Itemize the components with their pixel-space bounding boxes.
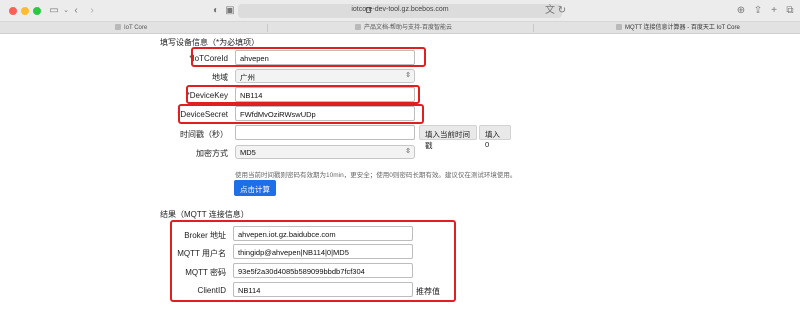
highlight-box-devicesecret xyxy=(178,104,424,124)
translate-icon[interactable]: 文 xyxy=(544,5,556,17)
region-label: 地域 xyxy=(212,73,228,82)
zoom-window-button[interactable] xyxy=(33,7,41,15)
select-arrows-icon: ⇳ xyxy=(405,72,411,79)
tab-label: MQTT 连接信息计算器 - 百度天工 IoT Core xyxy=(625,25,740,31)
tab-mqtt-calculator[interactable]: MQTT 连接信息计算器 - 百度天工 IoT Core xyxy=(616,22,740,34)
highlight-box-iotcoreid xyxy=(191,47,426,67)
select-arrows-icon: ⇳ xyxy=(405,148,411,155)
tab-divider xyxy=(533,24,534,32)
close-window-button[interactable] xyxy=(9,7,17,15)
region-select[interactable]: 广州 ⇳ xyxy=(235,69,415,83)
result-section-title: 结果（MQTT 连接信息） xyxy=(160,210,249,219)
privacy-shield-icon[interactable]: ◐ xyxy=(210,5,222,17)
new-tab-icon[interactable]: + xyxy=(768,5,780,17)
encryption-select[interactable]: MD5 ⇳ xyxy=(235,145,415,159)
tab-product-docs[interactable]: 产品文档-帮助与支持-百度智能云 xyxy=(355,22,452,34)
share-icon[interactable]: ⇪ xyxy=(752,5,764,17)
sidebar-icon[interactable]: ▭ xyxy=(48,5,60,17)
tab-strip: IoT Core 产品文档-帮助与支持-百度智能云 MQTT 连接信息计算器 -… xyxy=(0,22,800,34)
encryption-selected-value: MD5 xyxy=(240,148,256,157)
fill-zero-button[interactable]: 填入 0 xyxy=(479,125,511,149)
address-bar[interactable]: iotcore-dev-tool.gz.bcebos.com xyxy=(238,4,562,18)
timestamp-input[interactable] xyxy=(235,125,415,140)
back-arrow-icon[interactable]: ‹ xyxy=(70,5,82,17)
tab-divider xyxy=(267,24,268,32)
fill-current-timestamp-button[interactable]: 填入当前时间戳 xyxy=(419,125,477,150)
browser-toolbar: ▭ ⌄ ‹ › ◐ ▣ iotcore-dev-tool.gz.bcebos.c… xyxy=(0,0,800,22)
forward-arrow-icon[interactable]: › xyxy=(86,5,98,17)
tab-overview-icon[interactable]: ⧉ xyxy=(784,5,796,17)
download-icon[interactable]: ⊕ xyxy=(735,5,747,17)
address-bar-url: iotcore-dev-tool.gz.bcebos.com xyxy=(351,6,449,13)
extension-icon[interactable]: ▣ xyxy=(224,5,236,17)
region-selected-value: 广州 xyxy=(240,73,255,82)
favicon-icon xyxy=(355,24,361,30)
encryption-label: 加密方式 xyxy=(196,149,228,158)
tab-label: IoT Core xyxy=(124,25,148,31)
timestamp-label: 时间戳（秒） xyxy=(180,130,228,139)
timestamp-hint: 使用当前时间戳则密码有效期为10min，更安全；使用0则密码长期有效。建议仅在测… xyxy=(235,172,517,179)
calculate-button[interactable]: 点击计算 xyxy=(234,180,276,196)
favicon-icon xyxy=(616,24,622,30)
highlight-box-devicekey xyxy=(186,85,420,104)
tab-label: 产品文档-帮助与支持-百度智能云 xyxy=(364,25,452,31)
reload-icon[interactable]: ↻ xyxy=(556,5,568,17)
minimize-window-button[interactable] xyxy=(21,7,29,15)
tab-iot-core[interactable]: IoT Core xyxy=(115,22,147,34)
favicon-icon xyxy=(115,24,121,30)
highlight-box-result xyxy=(170,220,456,302)
